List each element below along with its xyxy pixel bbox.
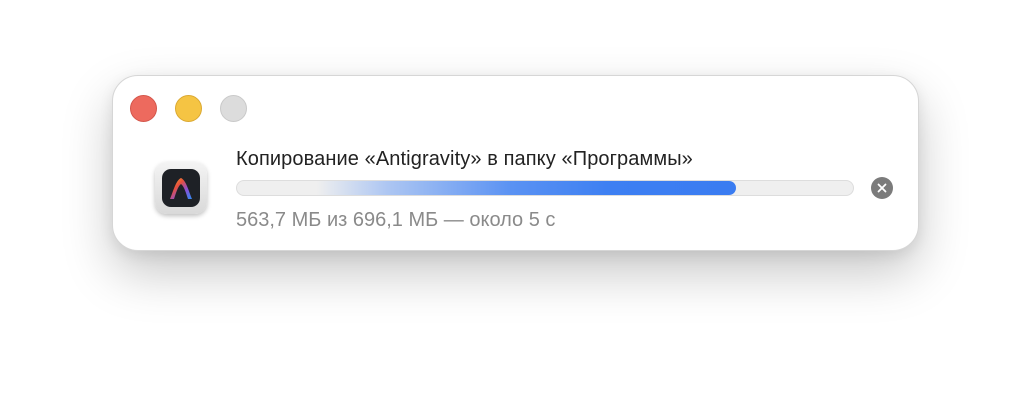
copy-title: Копирование «Antigravity» в папку «Прогр…: [236, 148, 693, 170]
desktop-background: Копирование «Antigravity» в папку «Прогр…: [0, 0, 1032, 400]
copy-status-text: 563,7 МБ из 696,1 МБ — около 5 с: [236, 209, 556, 231]
zoom-window-button[interactable]: [220, 95, 247, 122]
cancel-copy-button[interactable]: [871, 177, 893, 199]
antigravity-logo: [162, 169, 200, 207]
window-controls: [130, 95, 247, 122]
copy-progress-window: Копирование «Antigravity» в папку «Прогр…: [112, 75, 919, 251]
cancel-x-icon: [877, 183, 887, 193]
close-window-button[interactable]: [130, 95, 157, 122]
copy-progress-bar: [236, 180, 854, 196]
antigravity-app-icon: [155, 162, 207, 214]
minimize-window-button[interactable]: [175, 95, 202, 122]
copy-progress-fill: [237, 181, 736, 195]
antigravity-arch-icon: [170, 178, 192, 199]
